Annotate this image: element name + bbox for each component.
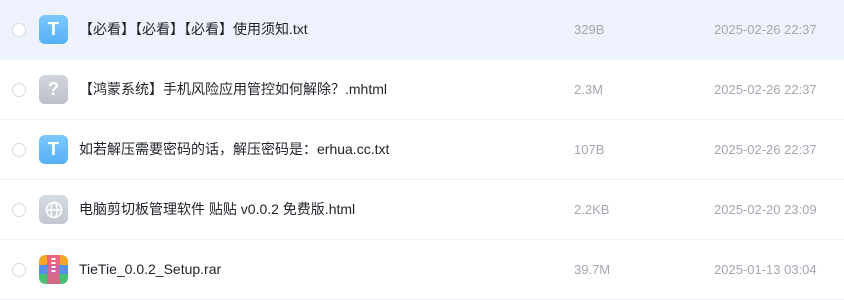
file-date: 2025-01-13 03:04: [714, 262, 817, 277]
file-date: 2025-02-20 23:09: [714, 202, 817, 217]
html-file-icon: [39, 195, 68, 224]
file-size: 2.3M: [574, 82, 603, 97]
archive-stripes-icon: [39, 255, 68, 284]
file-name[interactable]: 【必看】【必看】【必看】使用须知.txt: [79, 0, 308, 59]
file-date: 2025-02-26 22:37: [714, 142, 817, 157]
txt-file-icon: T: [39, 15, 68, 44]
globe-icon: [45, 201, 62, 218]
file-row[interactable]: TieTie_0.0.2_Setup.rar 39.7M 2025-01-13 …: [0, 240, 844, 300]
file-list: T 【必看】【必看】【必看】使用须知.txt 329B 2025-02-26 2…: [0, 0, 844, 300]
file-row[interactable]: T 如若解压需要密码的话，解压密码是：erhua.cc.txt 107B 202…: [0, 120, 844, 180]
file-row[interactable]: 电脑剪切板管理软件 贴贴 v0.0.2 免费版.html 2.2KB 2025-…: [0, 180, 844, 240]
file-name[interactable]: 如若解压需要密码的话，解压密码是：erhua.cc.txt: [79, 120, 389, 179]
file-size: 2.2KB: [574, 202, 610, 217]
file-date: 2025-02-26 22:37: [714, 82, 817, 97]
file-row[interactable]: T 【必看】【必看】【必看】使用须知.txt 329B 2025-02-26 2…: [0, 0, 844, 60]
row-checkbox[interactable]: [12, 143, 26, 157]
file-size: 329B: [574, 22, 605, 37]
file-name[interactable]: 电脑剪切板管理软件 贴贴 v0.0.2 免费版.html: [79, 180, 355, 239]
unknown-file-icon: ?: [39, 75, 68, 104]
file-name[interactable]: TieTie_0.0.2_Setup.rar: [79, 240, 221, 299]
file-size: 39.7M: [574, 262, 611, 277]
file-date: 2025-02-26 22:37: [714, 22, 817, 37]
row-checkbox[interactable]: [12, 263, 26, 277]
file-size: 107B: [574, 142, 605, 157]
archive-file-icon: [39, 255, 68, 284]
txt-file-icon: T: [39, 135, 68, 164]
row-checkbox[interactable]: [12, 23, 26, 37]
file-name[interactable]: 【鸿蒙系统】手机风险应用管控如何解除？.mhtml: [79, 60, 387, 119]
row-checkbox[interactable]: [12, 83, 26, 97]
row-checkbox[interactable]: [12, 203, 26, 217]
file-row[interactable]: ? 【鸿蒙系统】手机风险应用管控如何解除？.mhtml 2.3M 2025-02…: [0, 60, 844, 120]
